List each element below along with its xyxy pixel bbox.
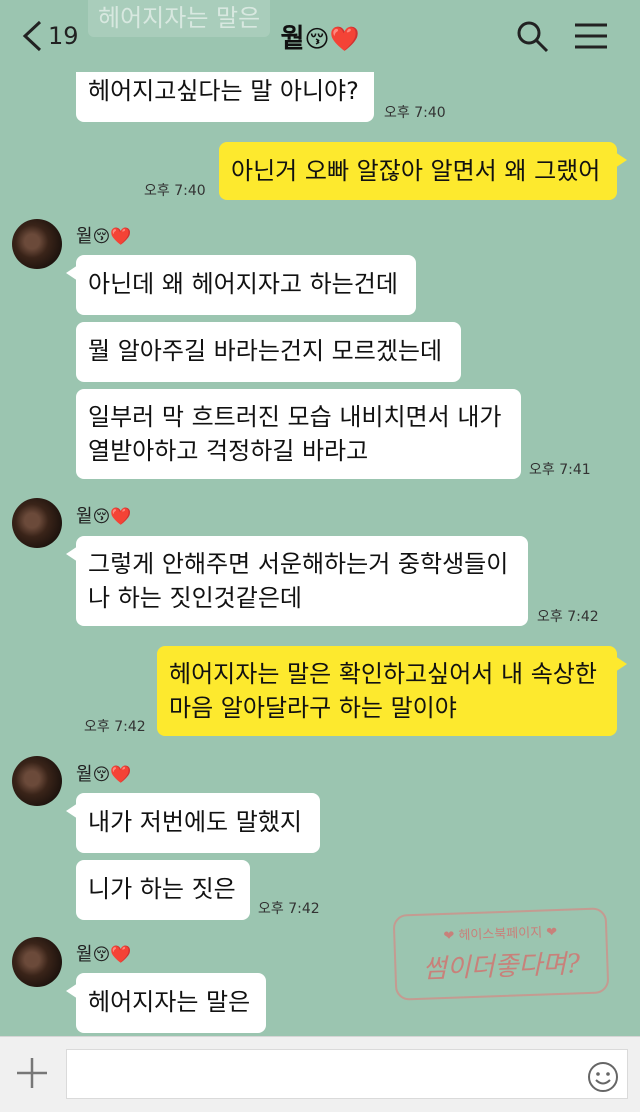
- message-time: 오후 7:41: [529, 462, 591, 478]
- message-text-line: 열받아하고 걱정하길 바라고: [88, 437, 369, 465]
- message-time: 오후 7:40: [144, 183, 206, 199]
- sender-name: 웥😚❤️: [76, 940, 131, 966]
- message-text-line: 일부러 막 흐트러진 모습 내비치면서 내가: [88, 403, 502, 431]
- sender-emoji: 😚❤️: [92, 507, 132, 527]
- message-bubble-received[interactable]: 니가 하는 짓은: [76, 860, 250, 920]
- message-bubble-sent[interactable]: 아닌거 오빠 알잖아 알면서 왜 그랬어: [219, 142, 627, 200]
- message-text-line: 헤어지자는 말은 확인하고싶어서 내 속상한: [169, 660, 597, 688]
- sender-name-text: 웥: [76, 764, 93, 785]
- chat-title-name: 웥: [280, 24, 305, 54]
- emoticon-icon[interactable]: [587, 1061, 619, 1093]
- message-time: 오후 7:40: [384, 105, 446, 121]
- message-bubble-received[interactable]: 아닌데 왜 헤어지자고 하는건데: [66, 255, 416, 315]
- watermark-stamp: ❤ 헤이스북페이지 ❤ 썸이더좋다며?: [392, 907, 610, 1001]
- message-text-line: 나 하는 짓인것같은데: [88, 584, 302, 612]
- plus-icon[interactable]: [14, 1055, 50, 1091]
- sender-emoji: 😚❤️: [92, 227, 132, 247]
- sender-name-text: 웥: [76, 944, 93, 965]
- message-bubble-received[interactable]: 내가 저번에도 말했지: [66, 793, 320, 853]
- avatar[interactable]: [12, 937, 62, 987]
- avatar[interactable]: [12, 756, 62, 806]
- message-bubble-received[interactable]: 헤어지자는 말은: [66, 973, 266, 1033]
- chat-title-emoji: 😚❤️: [304, 25, 360, 53]
- sender-emoji: 😚❤️: [92, 765, 132, 785]
- message-input-bar: #: [0, 1036, 640, 1112]
- message-text: 아닌데 왜 헤어지자고 하는건데: [88, 270, 398, 298]
- message-text: 헤어지자는 말은: [88, 988, 251, 1016]
- message-text: 내가 저번에도 말했지: [88, 808, 302, 836]
- search-icon[interactable]: [514, 18, 550, 54]
- message-time: 오후 7:42: [537, 609, 599, 625]
- message-input[interactable]: [67, 1050, 499, 1098]
- message-time: 오후 7:42: [258, 901, 320, 917]
- sender-name: 웥😚❤️: [76, 760, 131, 786]
- sender-emoji: 😚❤️: [92, 945, 132, 965]
- message-input-field[interactable]: #: [66, 1049, 628, 1099]
- message-text: 아닌거 오빠 알잖아 알면서 왜 그랬어: [231, 157, 601, 185]
- message-text-line: 그렇게 안해주면 서운해하는거 중학생들이: [88, 550, 509, 578]
- sender-name: 웥😚❤️: [76, 222, 131, 248]
- message-text: 니가 하는 짓은: [88, 875, 236, 903]
- watermark-line2: 썸이더좋다며?: [422, 949, 581, 985]
- message-time: 오후 7:42: [84, 719, 146, 735]
- message-bubble-received[interactable]: 일부러 막 흐트러진 모습 내비치면서 내가 열받아하고 걱정하길 바라고: [76, 389, 521, 479]
- message-text-line: 마음 알아달라구 하는 말이야: [169, 694, 457, 722]
- avatar[interactable]: [12, 498, 62, 548]
- sender-name-text: 웥: [76, 506, 93, 527]
- sender-name-text: 웥: [76, 226, 93, 247]
- avatar[interactable]: [12, 219, 62, 269]
- sender-name: 웥😚❤️: [76, 502, 131, 528]
- watermark-line1: ❤ 헤이스북페이지 ❤: [443, 925, 558, 944]
- message-text: 뭘 알아주길 바라는건지 모르겠는데: [88, 337, 443, 365]
- chat-header: 헤어지자는 말은 19 웥😚❤️: [0, 0, 640, 72]
- message-text: 헤어지고싶다는 말 아니야?: [88, 77, 359, 105]
- message-bubble-received[interactable]: 뭘 알아주길 바라는건지 모르겠는데: [76, 322, 461, 382]
- message-bubble-sent[interactable]: 헤어지자는 말은 확인하고싶어서 내 속상한 마음 알아달라구 하는 말이야: [157, 646, 627, 736]
- menu-icon[interactable]: [573, 18, 609, 54]
- message-bubble-received[interactable]: 그렇게 안해주면 서운해하는거 중학생들이 나 하는 짓인것같은데: [66, 536, 528, 626]
